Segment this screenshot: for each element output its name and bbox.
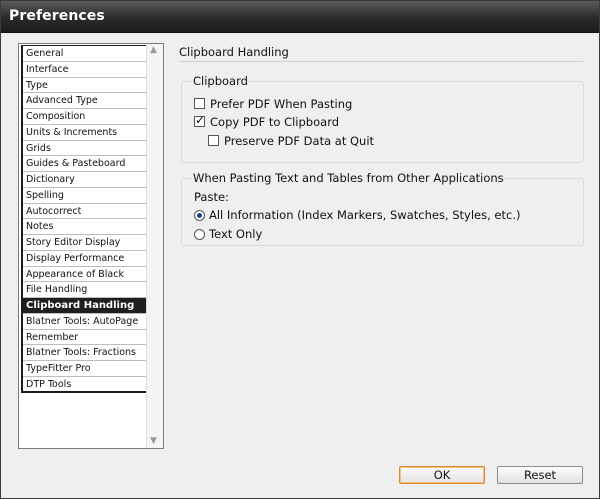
preserve-pdf-option[interactable]: Preserve PDF Data at Quit: [208, 134, 374, 148]
category-item-typefitter-pro[interactable]: TypeFitter Pro: [23, 361, 146, 377]
category-item-notes[interactable]: Notes: [23, 219, 146, 235]
category-item-display-performance[interactable]: Display Performance: [23, 251, 146, 267]
copy-pdf-label: Copy PDF to Clipboard: [210, 115, 340, 129]
all-information-radio[interactable]: [194, 210, 205, 221]
category-item-general[interactable]: General: [23, 46, 146, 62]
category-item-advanced-type[interactable]: Advanced Type: [23, 93, 146, 109]
category-item-grids[interactable]: Grids: [23, 141, 146, 157]
copy-pdf-option[interactable]: ✓ Copy PDF to Clipboard: [194, 113, 340, 129]
category-item-appearance-of-black[interactable]: Appearance of Black: [23, 267, 146, 283]
preserve-pdf-checkbox[interactable]: [208, 135, 219, 146]
category-item-spelling[interactable]: Spelling: [23, 188, 146, 204]
scroll-up-arrow-icon[interactable]: ▲: [150, 45, 157, 55]
panel-title: Clipboard Handling: [179, 45, 289, 59]
scroll-down-arrow-icon[interactable]: ▼: [150, 436, 157, 446]
category-item-type[interactable]: Type: [23, 78, 146, 94]
category-list-items: General Interface Type Advanced Type Composi…: [21, 45, 148, 393]
category-item-dtp-tools[interactable]: DTP Tools: [23, 377, 146, 391]
paste-label: Paste:: [194, 190, 229, 204]
ok-button[interactable]: OK: [399, 466, 485, 484]
paste-group-label: When Pasting Text and Tables from Other …: [192, 171, 505, 185]
clipboard-group-label: Clipboard: [192, 74, 249, 88]
category-item-blatner-tools-fractions[interactable]: Blatner Tools: Fractions: [23, 345, 146, 361]
title-bar[interactable]: Preferences: [1, 1, 599, 33]
window-title: Preferences: [9, 8, 105, 24]
prefer-pdf-option[interactable]: Prefer PDF When Pasting: [194, 97, 352, 111]
preserve-pdf-label: Preserve PDF Data at Quit: [224, 134, 375, 148]
text-only-label: Text Only: [209, 227, 263, 241]
category-item-autocorrect[interactable]: Autocorrect: [23, 204, 146, 220]
category-item-clipboard-handling[interactable]: Clipboard Handling: [23, 298, 146, 314]
category-item-file-handling[interactable]: File Handling: [23, 282, 146, 298]
category-item-interface[interactable]: Interface: [23, 62, 146, 78]
checkmark-icon: ✓: [195, 113, 206, 127]
all-information-option[interactable]: All Information (Index Markers, Swatches…: [194, 208, 520, 222]
text-only-option[interactable]: Text Only: [194, 227, 262, 241]
prefer-pdf-checkbox[interactable]: [194, 98, 205, 109]
category-item-remember[interactable]: Remember: [23, 330, 146, 346]
all-information-label: All Information (Index Markers, Swatches…: [209, 208, 521, 222]
category-item-dictionary[interactable]: Dictionary: [23, 172, 146, 188]
category-list-scrollbar[interactable]: ▲ ▼: [146, 44, 163, 448]
category-list[interactable]: General Interface Type Advanced Type Composi…: [18, 43, 164, 449]
reset-button[interactable]: Reset: [497, 466, 583, 484]
copy-pdf-checkbox[interactable]: ✓: [194, 113, 206, 127]
prefer-pdf-label: Prefer PDF When Pasting: [210, 97, 353, 111]
category-item-blatner-tools-autopage[interactable]: Blatner Tools: AutoPage: [23, 314, 146, 330]
category-item-guides-pasteboard[interactable]: Guides & Pasteboard: [23, 156, 146, 172]
text-only-radio[interactable]: [194, 229, 205, 240]
category-item-story-editor-display[interactable]: Story Editor Display: [23, 235, 146, 251]
preferences-dialog: Preferences General Interface Type Advanced…: [0, 0, 600, 499]
category-item-composition[interactable]: Composition: [23, 109, 146, 125]
category-item-units-increments[interactable]: Units & Increments: [23, 125, 146, 141]
panel-title-divider: [179, 61, 583, 62]
